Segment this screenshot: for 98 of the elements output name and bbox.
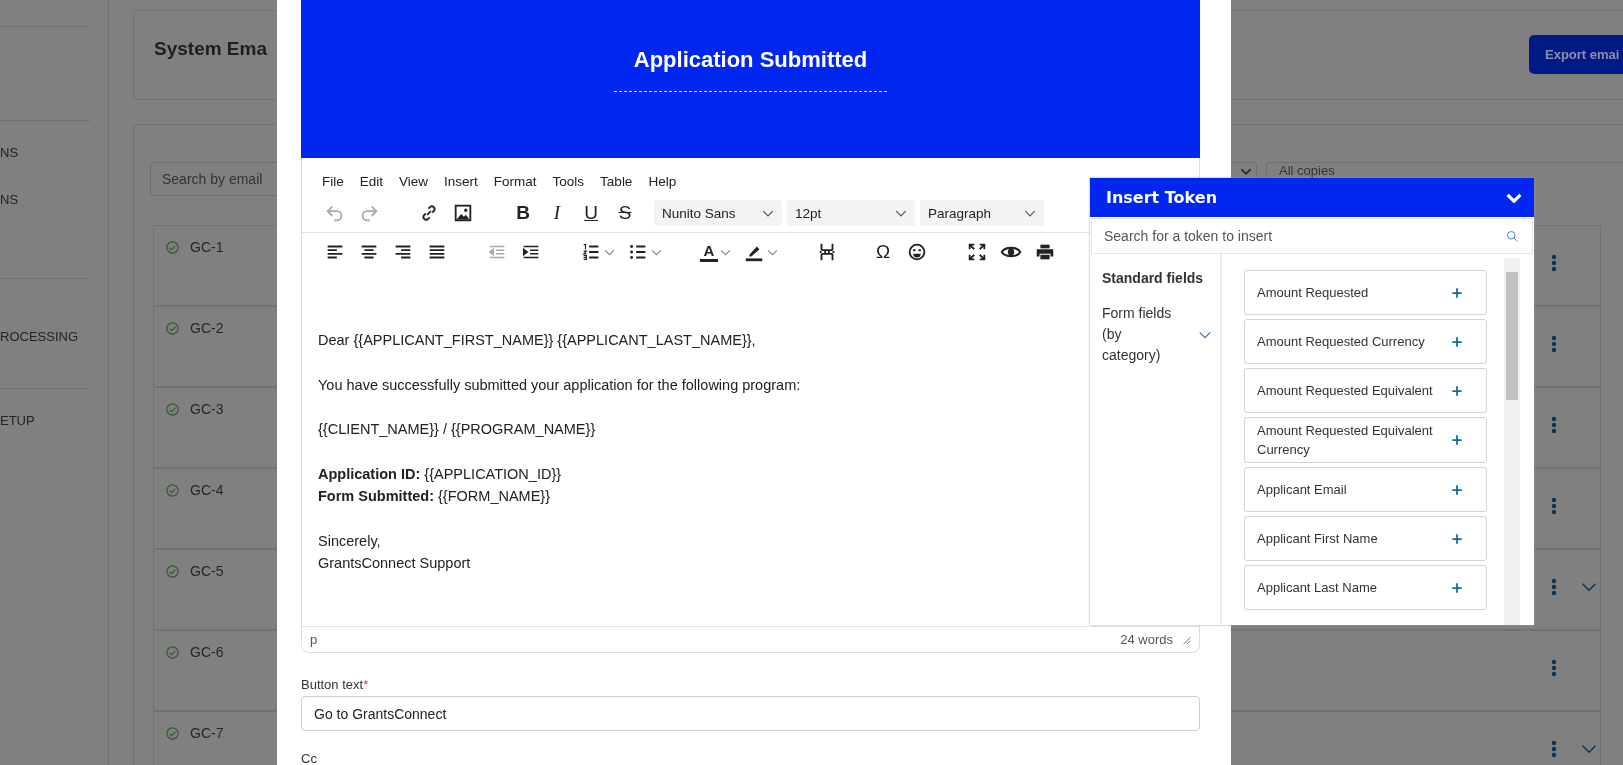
caret-icon bbox=[604, 248, 615, 256]
toolbar-button[interactable]: Ω bbox=[866, 237, 900, 267]
email-id: GC-4 bbox=[190, 482, 224, 498]
caret-icon bbox=[651, 248, 662, 256]
field-label: Button text bbox=[301, 677, 364, 692]
email-id: GC-7 bbox=[190, 725, 224, 741]
panel-title: Insert Token bbox=[1106, 188, 1218, 207]
scrollbar[interactable] bbox=[1504, 258, 1520, 625]
token-item[interactable]: Amount Requested Currency bbox=[1244, 319, 1487, 364]
kebab-menu-icon[interactable] bbox=[1551, 497, 1557, 515]
check-circle-icon bbox=[165, 483, 180, 498]
check-circle-icon bbox=[165, 726, 180, 741]
menu-item[interactable]: View bbox=[391, 170, 437, 194]
kebab-menu-icon[interactable] bbox=[1551, 740, 1557, 758]
plus-icon bbox=[1450, 334, 1464, 349]
format-dropdown[interactable]: Nunito Sans bbox=[654, 200, 782, 226]
email-id: GC-1 bbox=[190, 239, 224, 255]
menu-item[interactable]: Edit bbox=[351, 170, 392, 194]
button-text-field[interactable]: Go to GrantsConnect bbox=[301, 696, 1200, 731]
token-item[interactable]: Applicant Last Name bbox=[1244, 565, 1487, 610]
caret-icon bbox=[720, 248, 731, 256]
kebab-menu-icon[interactable] bbox=[1551, 659, 1557, 677]
chevron-down-icon[interactable] bbox=[1581, 744, 1597, 754]
panel-header[interactable]: Insert Token bbox=[1090, 178, 1534, 217]
plus-icon bbox=[1450, 433, 1464, 447]
chevron-down-icon bbox=[1506, 192, 1522, 203]
toolbar-button[interactable]: A bbox=[694, 237, 737, 267]
resize-handle-icon[interactable] bbox=[1181, 634, 1191, 645]
chevron-down-icon bbox=[895, 209, 907, 217]
search-placeholder: Search by email bbox=[162, 171, 263, 187]
body-text: {{CLIENT_NAME}} / {{PROGRAM_NAME}} bbox=[318, 420, 596, 439]
plus-icon bbox=[1450, 580, 1464, 595]
token-search-field[interactable]: Search for a token to insert bbox=[1091, 218, 1533, 254]
body-text: Dear {{APPLICANT_FIRST_NAME}} {{APPLICANT_LAST_NAME}}, bbox=[318, 331, 756, 350]
plus-icon bbox=[1450, 531, 1464, 546]
field-label: Cc bbox=[301, 751, 318, 765]
dropdown-value: 12pt bbox=[795, 205, 822, 221]
sidebar-item[interactable]: ROCESSING bbox=[0, 329, 78, 344]
email-id: GC-5 bbox=[190, 563, 224, 579]
toolbar-button[interactable]: I bbox=[540, 198, 574, 228]
export-button[interactable]: Export emai bbox=[1529, 35, 1623, 74]
email-id: GC-3 bbox=[190, 401, 224, 417]
plus-icon bbox=[1450, 285, 1464, 300]
body-text: GrantsConnect Support bbox=[318, 554, 471, 573]
menu-item[interactable]: Tools bbox=[544, 170, 593, 194]
word-count: 24 words bbox=[1120, 632, 1173, 647]
chevron-down-icon bbox=[762, 209, 774, 217]
check-circle-icon bbox=[165, 402, 180, 417]
token-item[interactable]: Amount Requested Equivalent bbox=[1244, 368, 1487, 413]
menu-item[interactable]: File bbox=[314, 170, 352, 194]
sidebar-item[interactable]: ETUP bbox=[0, 413, 35, 428]
dropdown-value: Nunito Sans bbox=[662, 205, 736, 221]
token-item[interactable]: Applicant Email bbox=[1244, 467, 1487, 512]
image-icon bbox=[452, 202, 474, 224]
body-text: Form Submitted: {{FORM_NAME}} bbox=[318, 487, 551, 506]
plus-icon bbox=[1450, 383, 1464, 398]
menu-item[interactable]: Table bbox=[592, 170, 641, 194]
smiley-icon bbox=[906, 241, 928, 263]
chevron-down-icon[interactable] bbox=[1581, 582, 1597, 592]
check-circle-icon bbox=[165, 321, 180, 336]
menu-item[interactable]: Help bbox=[640, 170, 685, 194]
body-text: Application ID: {{APPLICATION_ID}} bbox=[318, 464, 562, 484]
menu-item[interactable]: Format bbox=[485, 170, 545, 194]
category-item[interactable]: Form fields (by category) bbox=[1102, 303, 1212, 366]
chevron-down-icon bbox=[1024, 209, 1036, 217]
check-circle-icon bbox=[165, 240, 180, 255]
banner-title: Application Submitted bbox=[613, 46, 888, 92]
token-item[interactable]: Amount Requested bbox=[1244, 270, 1487, 315]
search-icon bbox=[1505, 228, 1520, 244]
sidebar-item[interactable]: NS bbox=[0, 145, 19, 160]
format-dropdown[interactable]: Paragraph bbox=[920, 200, 1044, 226]
check-circle-icon bbox=[165, 564, 180, 579]
chevron-down-icon bbox=[1240, 168, 1252, 175]
toolbar-button[interactable]: B bbox=[506, 198, 540, 228]
required-mark: * bbox=[363, 677, 369, 692]
fullscreen-icon bbox=[966, 241, 988, 263]
dropdown-value: Paragraph bbox=[928, 205, 992, 221]
kebab-menu-icon[interactable] bbox=[1551, 254, 1557, 272]
toolbar-button[interactable]: S bbox=[608, 198, 642, 228]
body-text: You have successfully submitted your application for the following program: bbox=[318, 375, 801, 395]
kebab-menu-icon[interactable] bbox=[1551, 416, 1557, 434]
menu-item[interactable]: Insert bbox=[436, 170, 486, 194]
element-path: p bbox=[310, 632, 318, 647]
token-item[interactable]: Amount Requested Equivalent Currency bbox=[1244, 417, 1487, 463]
email-id: GC-6 bbox=[190, 644, 224, 660]
kebab-menu-icon[interactable] bbox=[1551, 578, 1557, 596]
kebab-menu-icon[interactable] bbox=[1551, 335, 1557, 353]
toolbar-button[interactable]: U bbox=[574, 198, 608, 228]
body-text: Sincerely, bbox=[318, 531, 381, 551]
sidebar-item[interactable]: NS bbox=[0, 192, 19, 207]
token-item[interactable]: Applicant First Name bbox=[1244, 516, 1487, 561]
category-item[interactable]: Standard fields bbox=[1102, 268, 1212, 289]
page-title: System Ema bbox=[154, 38, 267, 60]
format-dropdown[interactable]: 12pt bbox=[787, 200, 915, 226]
email-id: GC-2 bbox=[190, 320, 224, 336]
check-circle-icon bbox=[165, 645, 180, 660]
plus-icon bbox=[1450, 482, 1464, 497]
caret-icon bbox=[767, 248, 778, 256]
